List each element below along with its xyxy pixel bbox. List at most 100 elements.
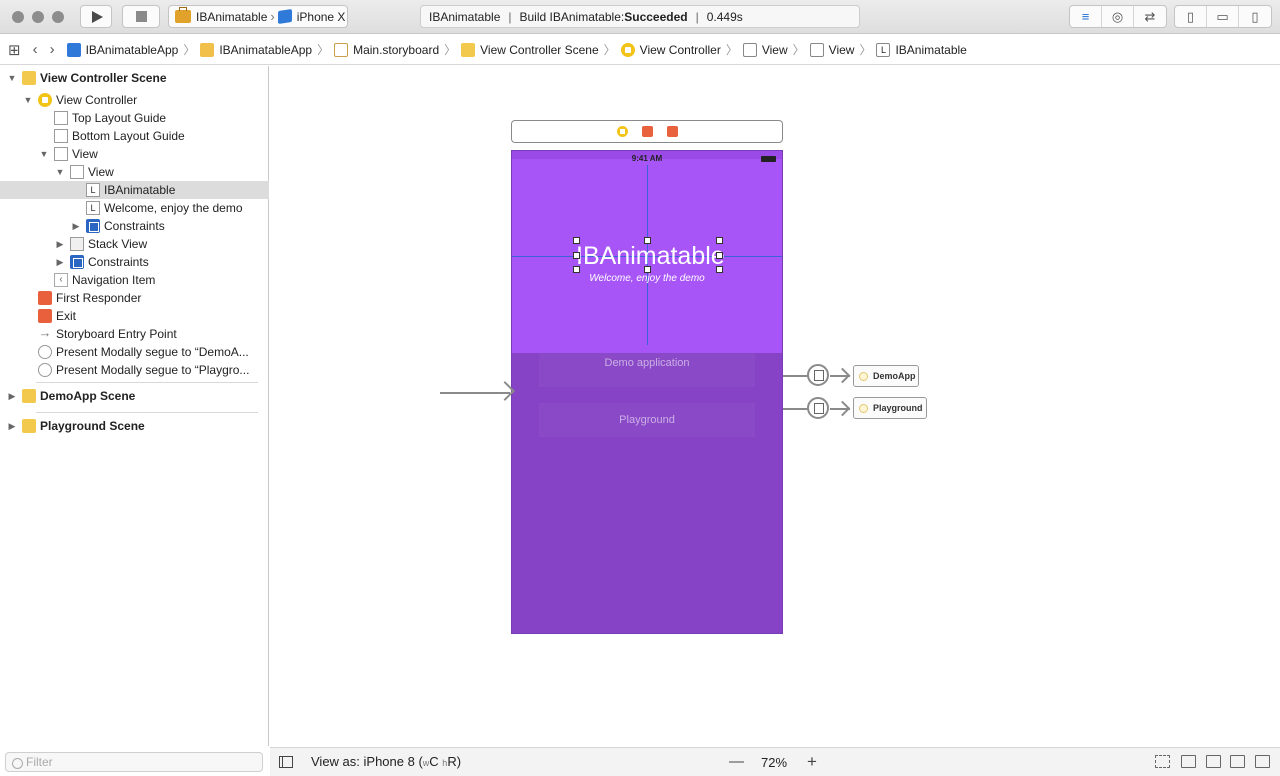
activity-build: Build IBAnimatable: bbox=[519, 9, 625, 24]
outline-row-constraints[interactable]: ▶ Constraints bbox=[0, 253, 269, 271]
crumb-project[interactable]: IBAnimatableApp 〉 bbox=[66, 41, 201, 58]
segue-icon[interactable] bbox=[807, 397, 829, 419]
disclosure-open-icon[interactable]: ▼ bbox=[22, 95, 34, 105]
outline-row-view-controller-scene[interactable]: ▼ View Controller Scene bbox=[0, 69, 269, 87]
disclosure-open-icon[interactable]: ▼ bbox=[6, 73, 18, 83]
view-controller-icon[interactable] bbox=[616, 126, 628, 137]
crumb-subview[interactable]: View 〉 bbox=[809, 41, 877, 58]
outline-row-constraints-inner[interactable]: ▶ Constraints bbox=[0, 217, 269, 235]
resize-handle[interactable] bbox=[573, 266, 580, 273]
zoom-window-button[interactable] bbox=[52, 11, 64, 23]
navigator-toggle-icon[interactable]: ▯ bbox=[1175, 6, 1207, 27]
view-as-button[interactable]: View as: iPhone 8 (wC hR) bbox=[311, 754, 461, 769]
crumb-folder[interactable]: IBAnimatableApp 〉 bbox=[200, 41, 334, 58]
segue-icon bbox=[38, 345, 52, 359]
resize-handle[interactable] bbox=[573, 252, 580, 259]
outline-row-label: Top Layout Guide bbox=[72, 111, 167, 125]
entry-point-arrow[interactable] bbox=[440, 392, 510, 394]
outline-row-label: View Controller Scene bbox=[40, 71, 167, 85]
segue-icon[interactable] bbox=[807, 364, 829, 386]
disclosure-open-icon[interactable]: ▼ bbox=[38, 149, 50, 159]
outline-row-segue-playground[interactable]: Present Modally segue to “Playgro... bbox=[0, 361, 269, 379]
playground-button[interactable]: Playground bbox=[539, 403, 755, 437]
outline-row-subview[interactable]: ▼ View bbox=[0, 163, 269, 181]
forward-arrow-icon[interactable]: › bbox=[50, 41, 55, 58]
outline-row-ibanimatable-label[interactable]: L IBAnimatable bbox=[0, 181, 269, 199]
zoom-in-button[interactable]: + bbox=[807, 752, 817, 772]
assistant-editor-icon[interactable]: ◎ bbox=[1102, 6, 1134, 27]
destination-demoapp[interactable]: DemoApp bbox=[853, 365, 919, 387]
resize-handle[interactable] bbox=[644, 237, 651, 244]
pin-icon[interactable] bbox=[1255, 755, 1270, 768]
disclosure-closed-icon[interactable]: ▶ bbox=[54, 239, 66, 250]
outline-row-navigation-item[interactable]: ‹ Navigation Item bbox=[0, 271, 269, 289]
outline-row-top-layout-guide[interactable]: Top Layout Guide bbox=[0, 109, 269, 127]
outline-row-label: First Responder bbox=[56, 291, 142, 305]
stack-icon[interactable] bbox=[1206, 755, 1221, 768]
debug-area-toggle-icon[interactable]: ▭ bbox=[1207, 6, 1239, 27]
view-controller-icon bbox=[620, 42, 635, 57]
resize-handle[interactable] bbox=[716, 237, 723, 244]
outline-row-first-responder[interactable]: First Responder bbox=[0, 289, 269, 307]
outline-row-welcome-label[interactable]: L Welcome, enjoy the demo bbox=[0, 199, 269, 217]
scene-icon bbox=[22, 389, 36, 403]
view-controller-frame[interactable]: 9:41 AM IBAnimatable Welcome, enjoy the … bbox=[511, 150, 783, 634]
related-items-icon[interactable]: ⊞ bbox=[8, 41, 21, 59]
resize-handle[interactable] bbox=[716, 266, 723, 273]
outline-row-label: IBAnimatable bbox=[104, 183, 176, 197]
update-frames-icon[interactable] bbox=[1181, 755, 1196, 768]
view-icon bbox=[54, 147, 68, 161]
folder-icon bbox=[200, 42, 215, 57]
outline-row-stack-view[interactable]: ▶ Stack View bbox=[0, 235, 269, 253]
exit-icon[interactable] bbox=[666, 126, 678, 137]
crumb-storyboard[interactable]: Main.storyboard 〉 bbox=[334, 41, 461, 58]
header-view[interactable]: 9:41 AM IBAnimatable Welcome, enjoy the … bbox=[512, 151, 782, 353]
outline-row-view[interactable]: ▼ View bbox=[0, 145, 269, 163]
close-window-button[interactable] bbox=[12, 11, 24, 23]
outline-row-view-controller[interactable]: ▼ View Controller bbox=[0, 91, 269, 109]
crumb-label-item[interactable]: L IBAnimatable bbox=[876, 42, 967, 57]
storyboard-canvas[interactable]: 9:41 AM IBAnimatable Welcome, enjoy the … bbox=[270, 66, 1280, 747]
outline-row-demoapp-scene[interactable]: ▶ DemoApp Scene bbox=[0, 387, 269, 405]
chevron-right-icon: 〉 bbox=[603, 43, 616, 57]
minimize-window-button[interactable] bbox=[32, 11, 44, 23]
divider bbox=[36, 382, 258, 383]
demo-application-button[interactable]: Demo application bbox=[539, 353, 755, 387]
outline-row-entry-point[interactable]: → Storyboard Entry Point bbox=[0, 325, 269, 343]
disclosure-closed-icon[interactable]: ▶ bbox=[54, 257, 66, 268]
disclosure-closed-icon[interactable]: ▶ bbox=[70, 221, 82, 232]
back-arrow-icon[interactable]: ‹ bbox=[33, 41, 38, 58]
stop-button[interactable] bbox=[122, 5, 160, 28]
disclosure-open-icon[interactable]: ▼ bbox=[54, 167, 66, 177]
resize-handle[interactable] bbox=[573, 237, 580, 244]
destination-label: Playground bbox=[873, 403, 923, 413]
align-icon[interactable] bbox=[1230, 755, 1245, 768]
embed-in-icon[interactable] bbox=[1155, 755, 1170, 768]
run-button[interactable] bbox=[80, 5, 112, 28]
destination-playground[interactable]: Playground bbox=[853, 397, 927, 419]
standard-editor-icon[interactable]: ≡ bbox=[1070, 6, 1102, 27]
outline-row-bottom-layout-guide[interactable]: Bottom Layout Guide bbox=[0, 127, 269, 145]
zoom-out-button[interactable]: — bbox=[729, 753, 744, 770]
chevron-right-icon: 〉 bbox=[792, 43, 805, 57]
first-responder-icon[interactable] bbox=[641, 126, 653, 137]
outline-row-exit[interactable]: Exit bbox=[0, 307, 269, 325]
resize-handle[interactable] bbox=[644, 266, 651, 273]
outline-row-segue-demoapp[interactable]: Present Modally segue to “DemoA... bbox=[0, 343, 269, 361]
outline-filter-input[interactable]: Filter bbox=[5, 752, 263, 772]
crumb-view[interactable]: View 〉 bbox=[742, 41, 810, 58]
status-bar: 9:41 AM bbox=[512, 151, 782, 163]
outline-toggle-icon[interactable] bbox=[279, 756, 293, 768]
version-editor-icon[interactable]: ⇄ bbox=[1134, 6, 1166, 27]
crumb-scene[interactable]: View Controller Scene 〉 bbox=[461, 41, 621, 58]
constraints-icon bbox=[70, 255, 84, 269]
utilities-toggle-icon[interactable]: ▯ bbox=[1239, 6, 1271, 27]
outline-row-label: View bbox=[72, 147, 98, 161]
scheme-selector[interactable]: IBAnimatable › iPhone X bbox=[168, 5, 348, 28]
outline-row-playground-scene[interactable]: ▶ Playground Scene bbox=[0, 417, 269, 435]
crumb-view-controller[interactable]: View Controller 〉 bbox=[620, 41, 743, 58]
disclosure-closed-icon[interactable]: ▶ bbox=[6, 391, 18, 402]
resize-handle[interactable] bbox=[716, 252, 723, 259]
disclosure-closed-icon[interactable]: ▶ bbox=[6, 421, 18, 432]
subtitle-label[interactable]: Welcome, enjoy the demo bbox=[552, 273, 742, 284]
